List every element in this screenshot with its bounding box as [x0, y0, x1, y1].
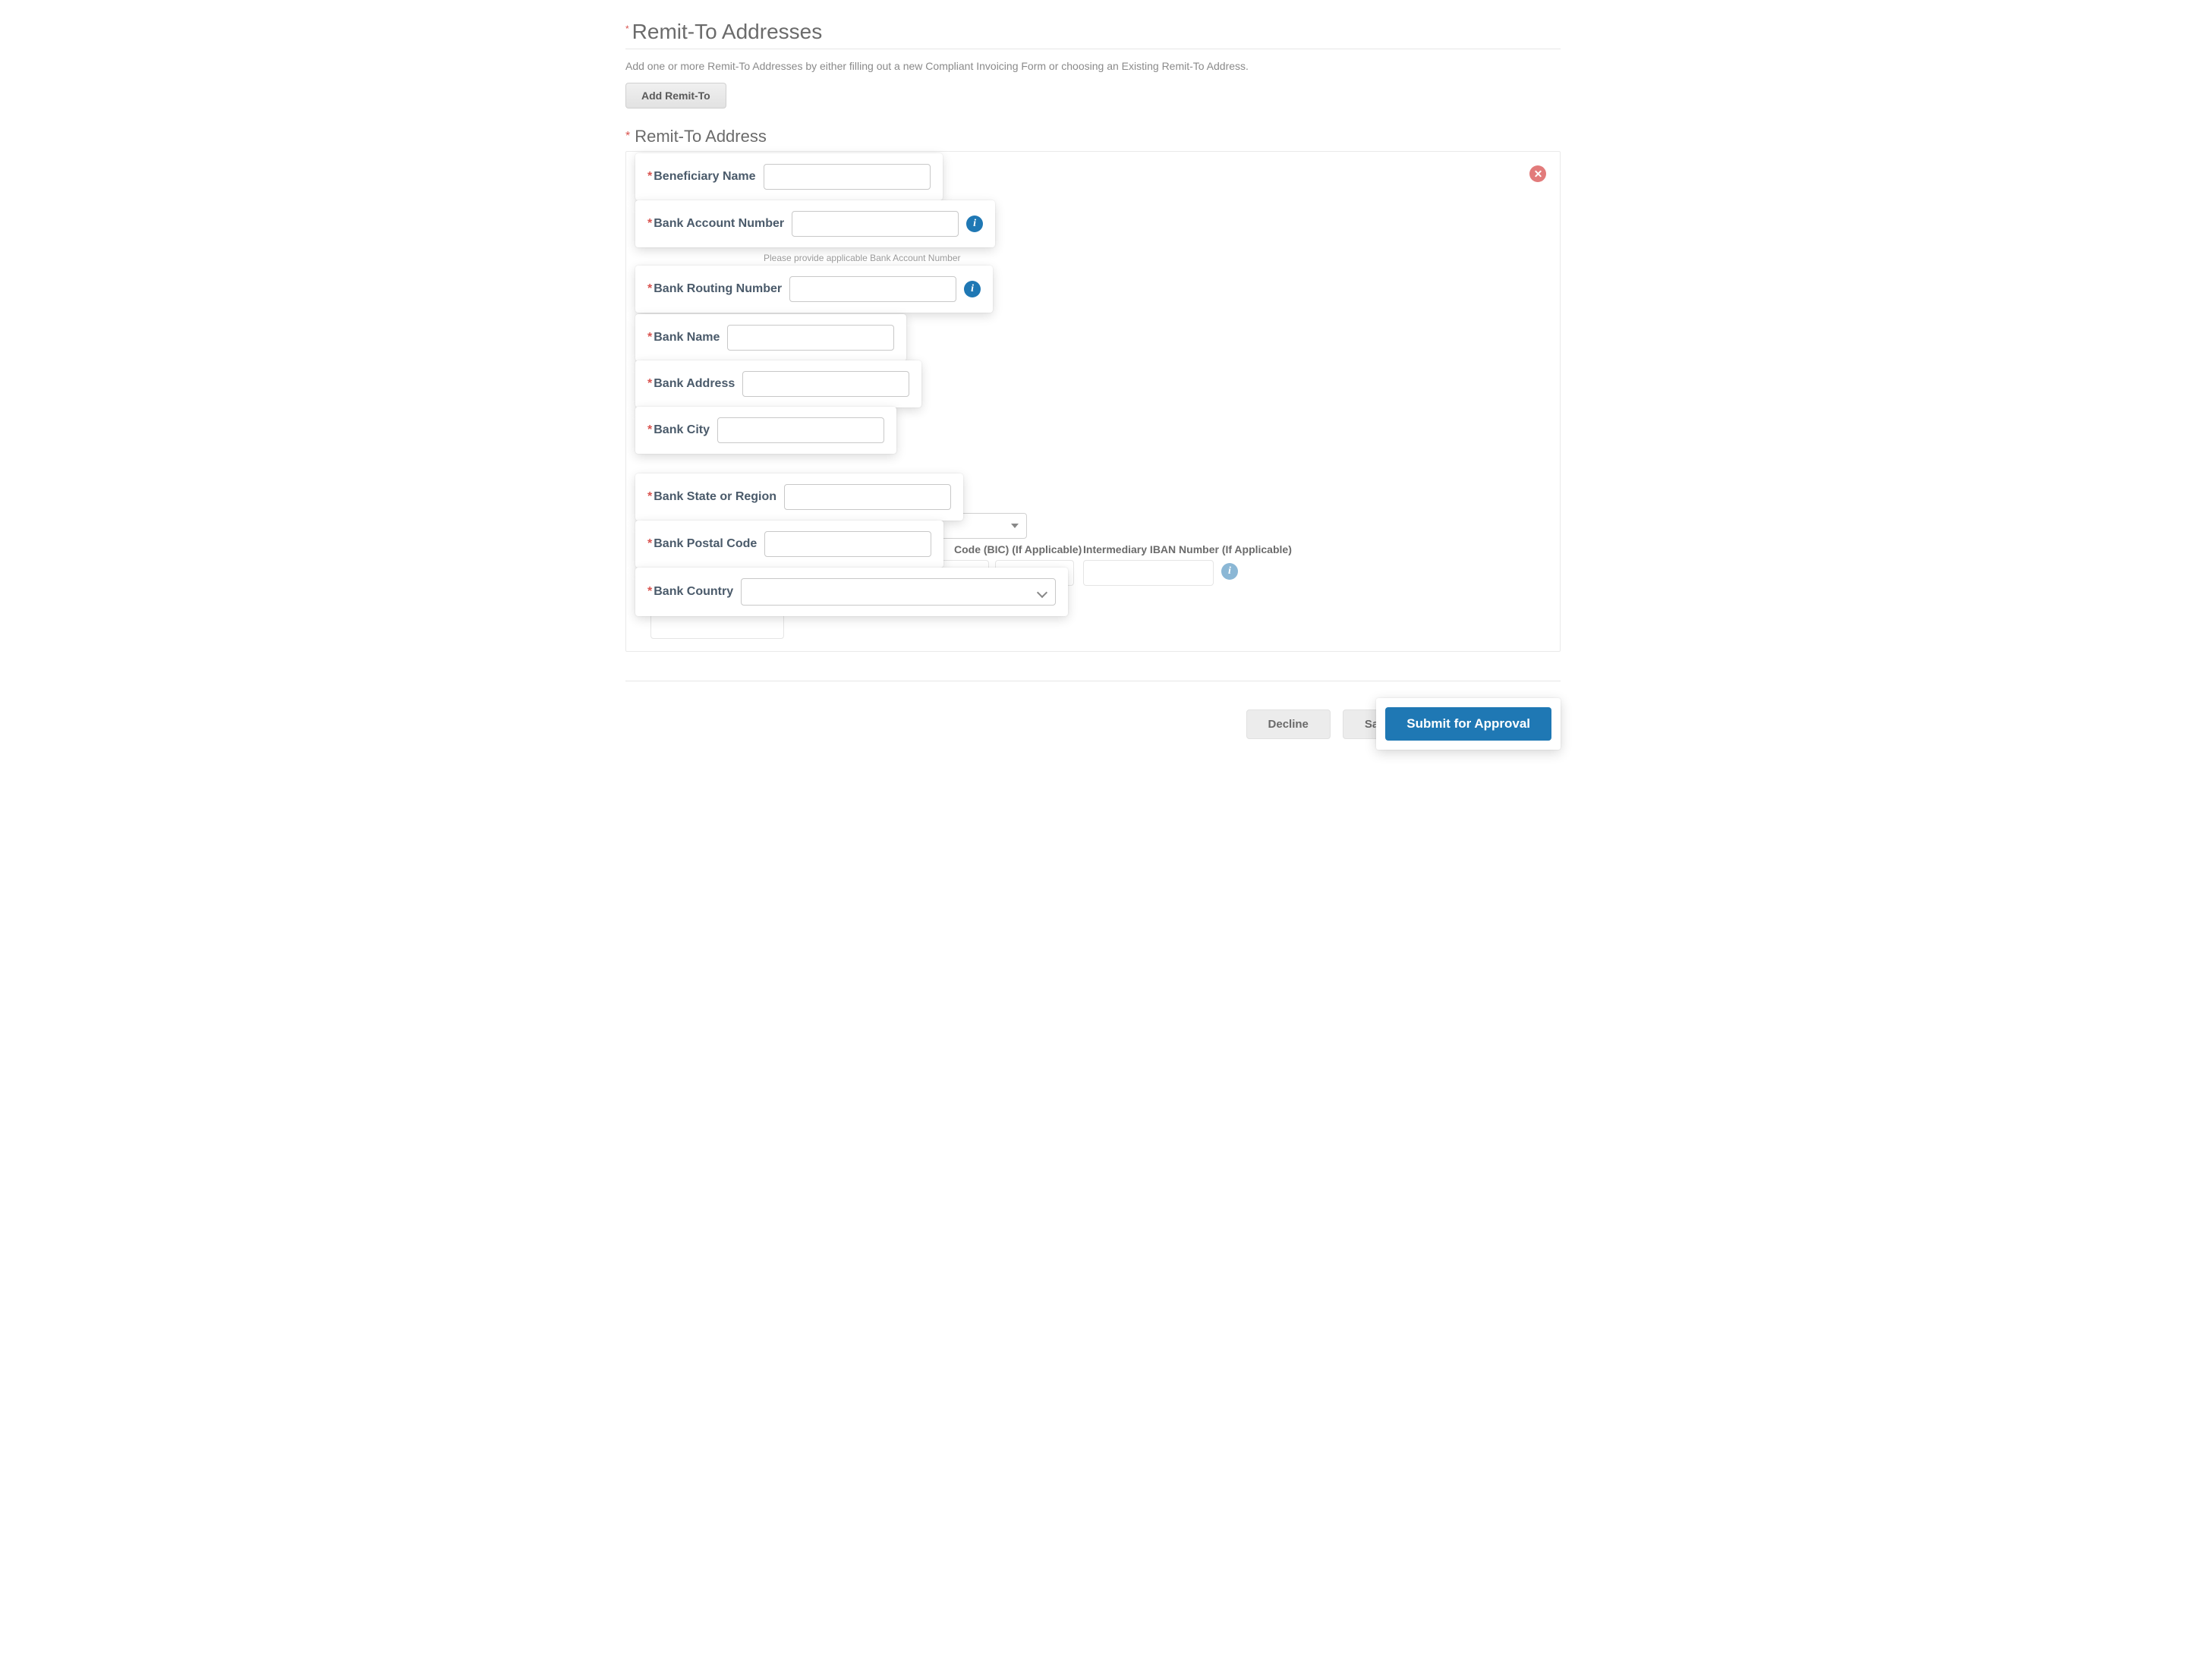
- required-indicator: *: [647, 331, 652, 344]
- bank-account-number-label: *Bank Account Number: [647, 216, 784, 231]
- info-glyph: i: [1228, 565, 1231, 577]
- bg-input-bottom[interactable]: [650, 613, 784, 639]
- beneficiary-name-card: *Beneficiary Name: [635, 153, 943, 200]
- info-glyph: i: [973, 218, 976, 230]
- bg-intermediary-bic-label: Code (BIC) (If Applicable): [954, 543, 1082, 555]
- bank-name-card: *Bank Name: [635, 314, 906, 361]
- info-glyph: i: [971, 283, 974, 295]
- bank-country-card: *Bank Country: [635, 568, 1068, 616]
- bank-state-label: *Bank State or Region: [647, 490, 776, 504]
- bank-account-number-input[interactable]: [792, 211, 959, 237]
- bank-city-label: *Bank City: [647, 423, 710, 437]
- bank-country-select-wrap: [741, 578, 1056, 606]
- section-help-text: Add one or more Remit-To Addresses by ei…: [625, 60, 1561, 72]
- required-indicator: *: [647, 537, 652, 550]
- bank-postal-input[interactable]: [764, 531, 931, 557]
- bank-postal-card: *Bank Postal Code: [635, 521, 943, 568]
- required-indicator: *: [647, 423, 652, 436]
- bank-name-input[interactable]: [727, 325, 894, 351]
- required-indicator: *: [647, 282, 652, 295]
- bank-city-input[interactable]: [717, 417, 884, 443]
- remit-to-card: Beneficiary Name Bank Name Code (BIC) (I…: [625, 151, 1561, 652]
- section-title: * Remit-To Addresses: [625, 20, 1561, 44]
- beneficiary-name-input[interactable]: [764, 164, 931, 190]
- bg-intermediary-iban-label: Intermediary IBAN Number (If Applicable): [1083, 543, 1292, 555]
- bank-routing-number-card: *Bank Routing Number i: [635, 266, 993, 313]
- chevron-down-icon: [1011, 524, 1019, 528]
- bank-address-card: *Bank Address: [635, 360, 921, 407]
- remit-to-address-subheader: * Remit-To Address: [625, 127, 1561, 146]
- remit-to-address-text: Remit-To Address: [635, 127, 767, 146]
- bg-input-iban[interactable]: [1083, 560, 1214, 586]
- bank-account-number-card: *Bank Account Number i: [635, 200, 995, 247]
- page-root: * Remit-To Addresses Add one or more Rem…: [625, 0, 1561, 780]
- bank-city-card: *Bank City: [635, 407, 896, 454]
- required-indicator: *: [647, 217, 652, 230]
- remove-card-icon[interactable]: [1529, 165, 1546, 182]
- bank-country-label: *Bank Country: [647, 585, 733, 599]
- bank-state-card: *Bank State or Region: [635, 473, 963, 521]
- bank-postal-label: *Bank Postal Code: [647, 537, 757, 551]
- bank-name-label: *Bank Name: [647, 331, 720, 344]
- required-indicator: *: [625, 130, 630, 143]
- bank-state-input[interactable]: [784, 484, 951, 510]
- bank-address-input[interactable]: [742, 371, 909, 397]
- required-indicator: *: [647, 170, 652, 183]
- beneficiary-name-label: *Beneficiary Name: [647, 170, 756, 184]
- bank-routing-number-input[interactable]: [789, 276, 956, 302]
- required-indicator: *: [625, 24, 629, 34]
- bank-country-select[interactable]: [741, 578, 1056, 606]
- info-icon[interactable]: i: [966, 216, 983, 232]
- info-icon[interactable]: i: [1221, 563, 1238, 580]
- required-indicator: *: [647, 585, 652, 598]
- required-indicator: *: [647, 490, 652, 503]
- bank-routing-number-label: *Bank Routing Number: [647, 282, 782, 296]
- bank-account-number-helper: Please provide applicable Bank Account N…: [764, 253, 961, 263]
- required-indicator: *: [647, 377, 652, 390]
- submit-for-approval-button[interactable]: Submit for Approval: [1385, 707, 1551, 741]
- bank-address-label: *Bank Address: [647, 377, 735, 391]
- submit-highlight-wrap: Submit for Approval: [1376, 698, 1561, 750]
- footer-action-bar: Decline Sa Submit for Approval: [625, 681, 1561, 750]
- info-icon[interactable]: i: [964, 281, 981, 297]
- add-remit-to-button[interactable]: Add Remit-To: [625, 83, 726, 109]
- section-title-text: Remit-To Addresses: [632, 20, 823, 44]
- decline-button[interactable]: Decline: [1246, 709, 1331, 739]
